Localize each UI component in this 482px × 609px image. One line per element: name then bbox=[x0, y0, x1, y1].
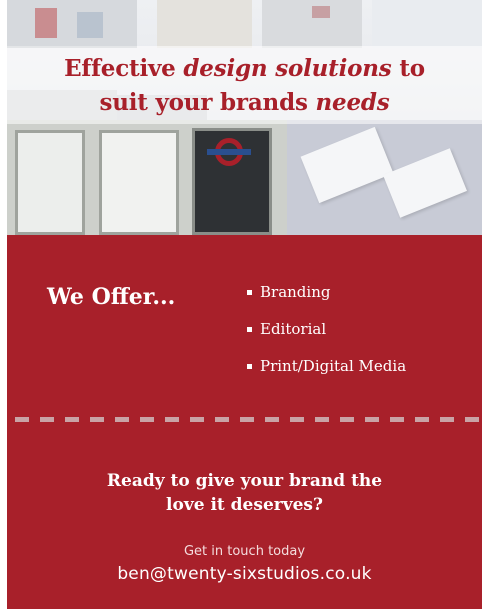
dashed-divider bbox=[15, 417, 482, 422]
service-label: Branding bbox=[260, 283, 331, 301]
collage-photo-billboard bbox=[157, 0, 252, 48]
flyer: Effective design solutions to suit your … bbox=[0, 0, 482, 609]
service-label: Editorial bbox=[260, 320, 327, 338]
collage-photo-poster-red bbox=[35, 8, 57, 38]
headline-line-1: Effective design solutions to bbox=[64, 55, 425, 82]
service-item-branding: Branding bbox=[247, 281, 406, 318]
info-panel: We Offer... Branding Editorial Print/Dig… bbox=[7, 235, 482, 609]
roundel-bar bbox=[207, 149, 251, 155]
bullet-icon bbox=[247, 327, 252, 332]
portfolio-collage: Effective design solutions to suit your … bbox=[7, 0, 482, 235]
offer-title: We Offer... bbox=[47, 284, 176, 310]
collage-photo-ras-logo bbox=[312, 6, 330, 18]
headline: Effective design solutions to suit your … bbox=[7, 52, 482, 120]
service-item-print-digital: Print/Digital Media bbox=[247, 355, 406, 392]
service-item-editorial: Editorial bbox=[247, 318, 406, 355]
collage-photo-sky bbox=[372, 0, 482, 48]
service-list: Branding Editorial Print/Digital Media bbox=[247, 281, 406, 392]
contact-email-link[interactable]: ben@twenty-sixstudios.co.uk bbox=[7, 564, 482, 584]
service-label: Print/Digital Media bbox=[260, 357, 407, 375]
collage-photo-posters bbox=[7, 0, 137, 48]
cta-line-1: Ready to give your brand the bbox=[106, 471, 383, 491]
headline-line-2: suit your brands needs bbox=[99, 89, 390, 116]
contact-label: Get in touch today bbox=[183, 544, 306, 559]
cta-line-2: love it deserves? bbox=[166, 495, 323, 515]
collage-photo-poster-frame-1 bbox=[15, 130, 85, 235]
call-to-action: Ready to give your brand the love it des… bbox=[7, 469, 482, 517]
bullet-icon bbox=[247, 364, 252, 369]
bullet-icon bbox=[247, 290, 252, 295]
collage-photo-poster-blue bbox=[77, 12, 103, 38]
collage-photo-poster-frame-2 bbox=[99, 130, 179, 235]
